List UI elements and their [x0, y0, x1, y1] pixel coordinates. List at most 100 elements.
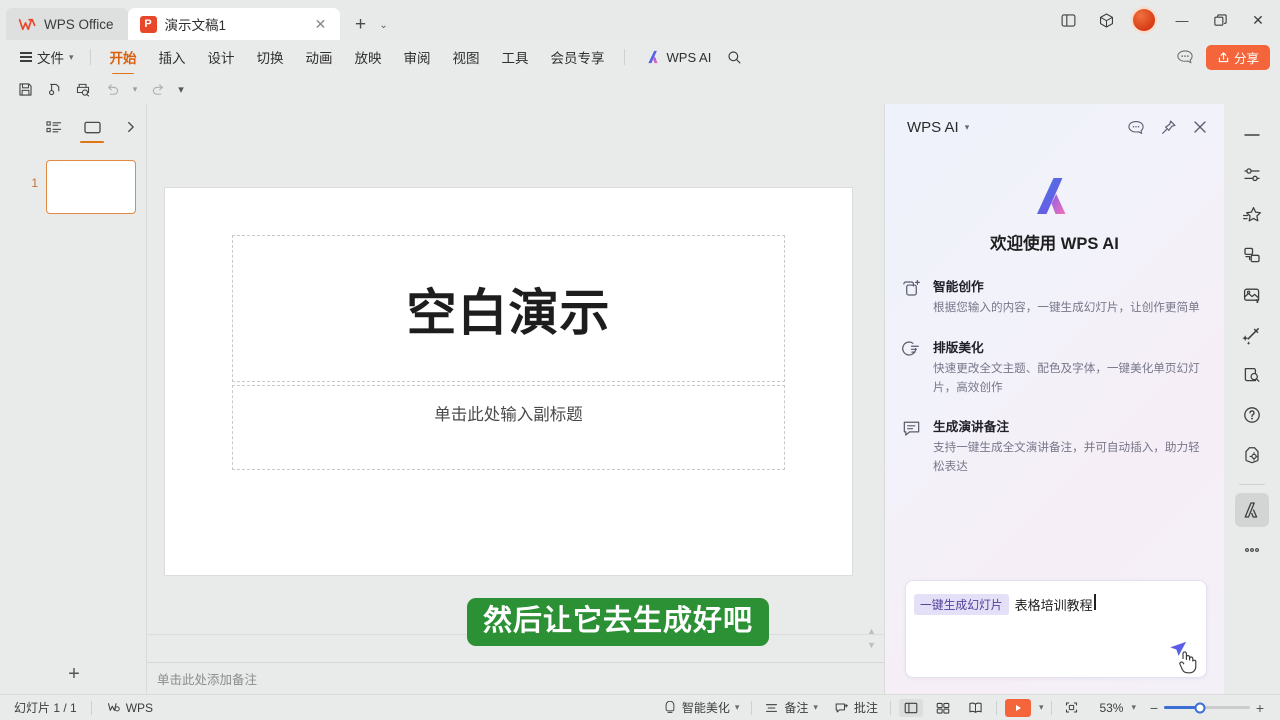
more-options-icon[interactable]: [1235, 533, 1269, 567]
tab-review[interactable]: 审阅: [393, 44, 442, 70]
favorites-star-icon[interactable]: [1235, 198, 1269, 232]
slide-sorter-view-button[interactable]: [931, 701, 955, 715]
user-avatar[interactable]: [1126, 4, 1162, 36]
slide-title-text: 空白演示: [407, 273, 611, 345]
add-slide-button[interactable]: +: [62, 662, 86, 686]
wps-ai-menu-button[interactable]: WPS AI: [639, 47, 720, 68]
normal-view-button[interactable]: [899, 699, 923, 717]
minimize-window-button[interactable]: —: [1164, 4, 1200, 36]
rail-divider: [1239, 484, 1265, 485]
close-ai-panel-icon[interactable]: [1190, 117, 1210, 137]
tab-slideshow[interactable]: 放映: [344, 44, 393, 70]
notes-icon: [764, 701, 779, 715]
zoom-out-button[interactable]: −: [1144, 700, 1164, 716]
tools-settings-icon[interactable]: [1235, 438, 1269, 472]
document-tab[interactable]: P 演示文稿1 ✕: [128, 8, 340, 40]
help-icon[interactable]: [1235, 398, 1269, 432]
collapse-panel-chevron-right-icon[interactable]: [118, 116, 142, 138]
feedback-bubble-icon[interactable]: [1172, 44, 1198, 70]
outline-view-icon[interactable]: [42, 116, 66, 138]
slide-sorter-icon: [935, 701, 951, 715]
zoom-slider-knob[interactable]: [1195, 702, 1206, 713]
undo-chevron-down-icon[interactable]: ▾: [128, 77, 142, 101]
redo-icon[interactable]: [145, 77, 171, 101]
close-tab-icon[interactable]: ✕: [312, 15, 330, 33]
play-icon: [1013, 703, 1023, 713]
wps-status-button[interactable]: WPS: [102, 700, 157, 715]
zoom-in-button[interactable]: +: [1250, 700, 1270, 716]
menu-divider: [90, 49, 91, 65]
search-icon[interactable]: [719, 47, 750, 68]
tab-design[interactable]: 设计: [197, 44, 246, 70]
tab-transition[interactable]: 切换: [246, 44, 295, 70]
reading-view-button[interactable]: [963, 701, 988, 715]
comment-button[interactable]: 批注: [830, 699, 882, 716]
cube-3d-icon[interactable]: [1088, 4, 1124, 36]
pin-icon[interactable]: [1158, 117, 1178, 137]
tab-list-chevron-down-icon[interactable]: ⌄: [374, 10, 394, 40]
magic-wand-icon[interactable]: [1235, 318, 1269, 352]
speaker-notes-icon: [901, 418, 922, 439]
print-preview-icon[interactable]: [70, 77, 96, 101]
slide-thumbnail-1[interactable]: [46, 160, 136, 214]
ai-prompt-input-box[interactable]: 一键生成幻灯片 表格培训教程: [905, 580, 1207, 678]
share-button[interactable]: 分享: [1206, 45, 1270, 70]
tab-tools[interactable]: 工具: [491, 44, 540, 70]
thumbnail-list-item[interactable]: 1: [0, 160, 146, 214]
wps-logo-icon: [18, 15, 37, 34]
wps-office-home-tab[interactable]: WPS Office: [6, 8, 128, 40]
collapse-rail-icon[interactable]: [1235, 118, 1269, 152]
wps-ai-rail-button[interactable]: [1235, 493, 1269, 527]
quick-access-toolbar: ▾ ▾: [0, 74, 1280, 104]
ai-prompt-text[interactable]: 表格培训教程: [1015, 595, 1093, 614]
ai-feature-desc: 根据您输入的内容，一键生成幻灯片，让创作更简单: [933, 299, 1200, 318]
reading-view-icon: [967, 701, 984, 715]
split-view-icon[interactable]: [1050, 4, 1086, 36]
save-as-icon[interactable]: [41, 77, 67, 101]
ai-feature-layout-beautify[interactable]: 排版美化 快速更改全文主题、配色及字体，一键美化单页幻灯片，高效创作: [901, 337, 1204, 398]
tab-member-exclusive[interactable]: 会员专享: [540, 44, 616, 70]
layout-beautify-icon: [901, 339, 922, 360]
ai-panel-header-icons: [1126, 117, 1210, 137]
file-menu-label: 文件: [37, 47, 64, 67]
title-placeholder[interactable]: 空白演示: [232, 235, 785, 382]
document-explore-icon[interactable]: [1235, 358, 1269, 392]
slide-view-icon[interactable]: [80, 116, 104, 138]
slideshow-options-chevron-down-icon[interactable]: ▾: [1039, 702, 1044, 713]
tab-view[interactable]: 视图: [442, 44, 491, 70]
slide-canvas[interactable]: 空白演示 单击此处输入副标题: [165, 188, 852, 575]
toolbar-expand-chevron-down-icon[interactable]: ▾: [174, 77, 188, 101]
maximize-window-button[interactable]: [1202, 4, 1238, 36]
presentation-file-icon: P: [140, 16, 157, 33]
smart-beautify-button[interactable]: 智能美化 ▾: [659, 699, 744, 716]
chat-history-icon[interactable]: [1126, 117, 1146, 137]
picture-effects-icon[interactable]: [1235, 278, 1269, 312]
notes-toggle-button[interactable]: 备注 ▾: [760, 699, 822, 716]
file-menu-button[interactable]: 文件 ▾: [12, 44, 82, 70]
title-bar: WPS Office P 演示文稿1 ✕ + ⌄ — ✕: [0, 0, 1280, 40]
shapes-arrange-icon[interactable]: [1235, 238, 1269, 272]
start-slideshow-button[interactable]: [1005, 699, 1031, 717]
zoom-slider[interactable]: − +: [1144, 700, 1270, 716]
close-window-button[interactable]: ✕: [1240, 4, 1276, 36]
zoom-slider-track[interactable]: [1164, 706, 1250, 709]
zoom-percent-label[interactable]: 53%: [1091, 701, 1123, 715]
chevron-down-icon[interactable]: ▾: [965, 122, 970, 133]
subtitle-placeholder[interactable]: 单击此处输入副标题: [232, 385, 785, 470]
ai-feature-smart-creation[interactable]: 智能创作 根据您输入的内容，一键生成幻灯片，让创作更简单: [901, 276, 1204, 318]
new-tab-button[interactable]: +: [348, 10, 374, 40]
save-icon[interactable]: [12, 77, 38, 101]
ai-panel-title-group[interactable]: WPS AI ▾: [907, 119, 969, 136]
tab-insert[interactable]: 插入: [148, 44, 197, 70]
undo-icon[interactable]: [99, 77, 125, 101]
wps-ai-logo-icon: [1033, 176, 1077, 216]
zoom-options-chevron-down-icon[interactable]: ▾: [1131, 702, 1136, 713]
ai-feature-speaker-notes[interactable]: 生成演讲备注 支持一键生成全文演讲备注，并可自动插入，助力轻松表达: [901, 416, 1204, 477]
tab-animation[interactable]: 动画: [295, 44, 344, 70]
notes-pane[interactable]: 单击此处添加备注: [147, 662, 885, 694]
tab-start[interactable]: 开始: [99, 44, 148, 70]
properties-sliders-icon[interactable]: [1235, 158, 1269, 192]
prompt-mode-chip[interactable]: 一键生成幻灯片: [914, 594, 1009, 615]
fit-to-window-button[interactable]: [1060, 700, 1083, 715]
status-divider-5: [1051, 701, 1052, 715]
